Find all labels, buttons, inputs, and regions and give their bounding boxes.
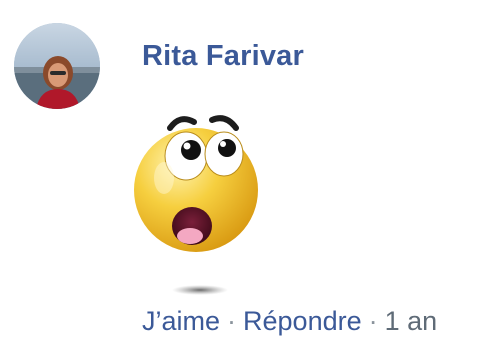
author-name[interactable]: Rita Farivar (142, 40, 304, 73)
comment: Rita Farivar J’aime · Répondre · 1 an (0, 0, 501, 343)
avatar[interactable] (14, 23, 100, 109)
shocked-face-sticker-icon (128, 108, 268, 308)
comment-actions: J’aime · Répondre · 1 an (142, 303, 437, 339)
timestamp[interactable]: 1 an (385, 306, 438, 336)
separator: · (368, 306, 378, 336)
reply-link[interactable]: Répondre (243, 306, 362, 336)
like-link[interactable]: J’aime (142, 306, 220, 336)
separator: · (227, 306, 237, 336)
profile-photo (14, 23, 100, 109)
